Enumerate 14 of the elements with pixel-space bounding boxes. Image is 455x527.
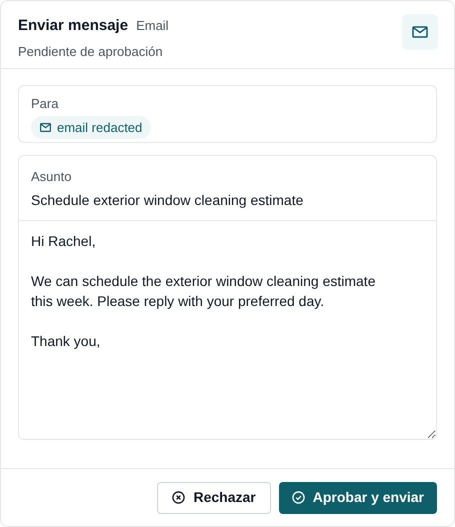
subject-label: Asunto xyxy=(31,168,72,186)
check-circle-icon xyxy=(292,491,305,504)
dialog-title: Enviar mensaje xyxy=(18,16,128,36)
channel-label: Email xyxy=(136,17,169,35)
close-icon xyxy=(172,491,186,504)
envelope-icon xyxy=(40,122,51,132)
to-label: Para xyxy=(31,95,60,113)
envelope-icon xyxy=(412,25,428,39)
approve-button[interactable]: Aprobar y enviar xyxy=(278,482,437,514)
recipient-chip[interactable]: email redacted xyxy=(31,116,152,139)
status-text: Pendiente de aprobación xyxy=(18,42,164,61)
message-body-field[interactable]: Hi Rachel, We can schedule the exterior window cleaning estimate this week. Please reply with your preferred day. Thank you, xyxy=(18,220,437,440)
reject-button[interactable]: Rechazar xyxy=(157,482,271,514)
subject-field[interactable]: Schedule exterior window cleaning estimate xyxy=(31,190,424,210)
